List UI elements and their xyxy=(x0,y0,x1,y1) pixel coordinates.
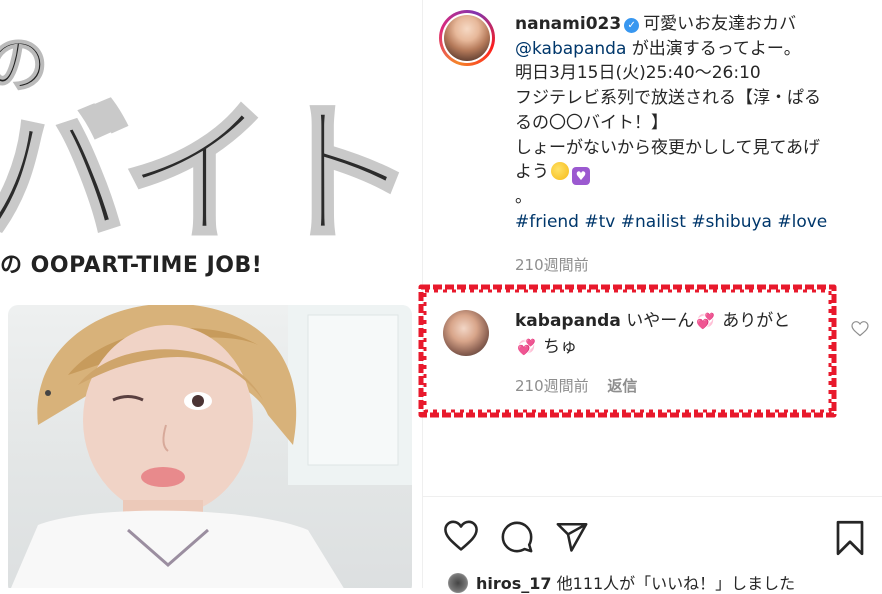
caption-line-4: フジテレビ系列で放送される【淳・ぱる xyxy=(515,88,821,109)
post-photo xyxy=(8,305,412,588)
purple-heart-icon: ♥ xyxy=(572,167,590,186)
hashtag[interactable]: #tv xyxy=(584,212,615,232)
caption-mention[interactable]: @kabapanda xyxy=(515,39,626,59)
comment-text-1: いやーん xyxy=(620,311,695,331)
sparkling-heart-icon: 💞 xyxy=(517,338,536,356)
author-username[interactable]: nanami023 xyxy=(515,14,621,34)
liker-username[interactable]: hiros_17 xyxy=(476,574,552,593)
hashtag[interactable]: #love xyxy=(777,212,827,232)
thinking-face-icon xyxy=(551,162,569,181)
post-timestamp[interactable]: 210週間前 xyxy=(515,254,589,275)
logo-title: バイト! xyxy=(0,88,422,250)
caption-line-7: よう xyxy=(515,162,549,183)
post-media[interactable]: の バイト! の OOPART-TIME JOB! xyxy=(0,0,422,588)
comment-timestamp[interactable]: 210週間前 xyxy=(515,377,589,395)
likes-summary[interactable]: hiros_17 他111人が「いいね！」しました xyxy=(448,570,795,594)
caption-line-5: るの〇〇バイト！】 xyxy=(515,112,668,133)
author-avatar[interactable] xyxy=(444,15,490,61)
hashtag[interactable]: #nailist xyxy=(621,212,686,232)
comment-body: kabapanda いやーん 💞 ありがと 💞 ちゅ xyxy=(515,308,835,360)
sparkling-heart-icon: 💞 xyxy=(696,312,715,330)
caption-line-1: 可愛いお友達おカバ xyxy=(643,14,797,34)
comment-meta: 210週間前 返信 xyxy=(515,375,637,396)
reply-button[interactable]: 返信 xyxy=(607,377,637,395)
verified-badge-icon: ✓ xyxy=(624,18,640,33)
logo-subtitle: の OOPART-TIME JOB! xyxy=(0,253,263,278)
caption-line-6: しょーがないから夜更かしして見てあげ xyxy=(515,137,820,158)
commenter-avatar[interactable] xyxy=(443,310,489,356)
post-side-panel: nanami023 ✓ 可愛いお友達おカバ @kabapanda が出演するってよー… xyxy=(418,0,882,593)
post-caption: nanami023 ✓ 可愛いお友達おカバ @kabapanda が出演するってよー… xyxy=(515,12,865,235)
show-logo: の バイト! xyxy=(0,27,422,250)
paper-plane-icon[interactable] xyxy=(555,520,589,554)
caption-line-2: が出演するってよー。 xyxy=(626,38,801,59)
caption-line-3: 明日3月15日(火)25:40〜26:10 xyxy=(515,63,761,84)
actions-divider xyxy=(423,496,882,497)
caption-line-8: 。 xyxy=(515,187,532,208)
commenter-username[interactable]: kabapanda xyxy=(515,311,621,331)
bookmark-icon[interactable] xyxy=(834,520,866,556)
comment-like-heart-icon[interactable] xyxy=(851,321,869,337)
hashtag[interactable]: #friend xyxy=(515,212,579,232)
liker-avatar xyxy=(448,573,468,593)
heart-outline-icon[interactable] xyxy=(444,520,478,552)
comment-text-3: ちゅ xyxy=(537,337,578,357)
likes-text: 他111人が「いいね！」しました xyxy=(551,574,796,593)
comment-text-2: ありがと xyxy=(716,311,791,331)
comment-bubble-icon[interactable] xyxy=(500,520,534,554)
hashtag[interactable]: #shibuya xyxy=(691,212,772,232)
